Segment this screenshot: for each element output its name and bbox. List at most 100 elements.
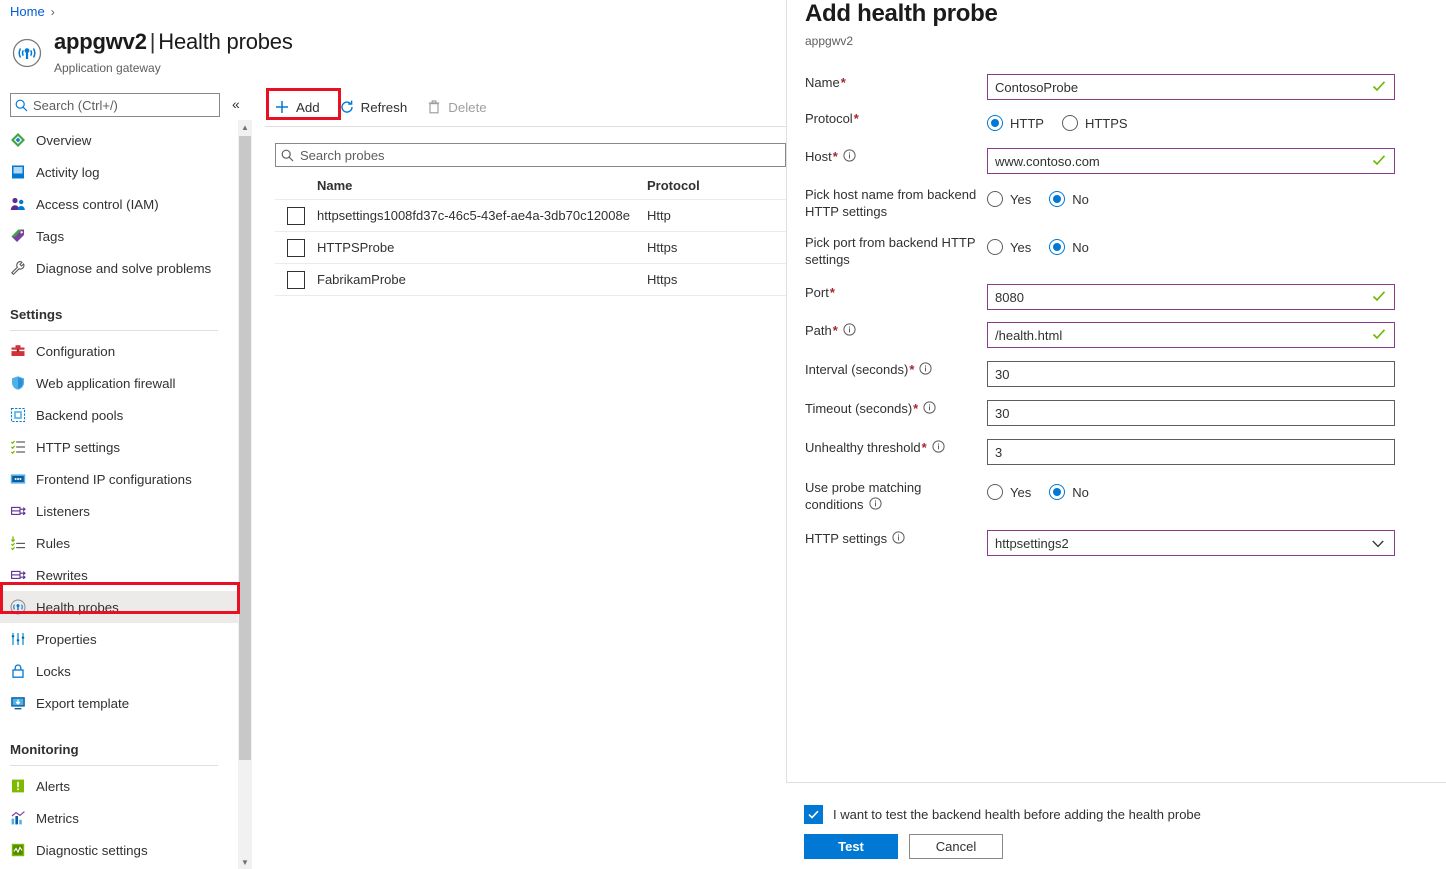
- sidebar-item-health-probes[interactable]: Health probes: [0, 591, 238, 623]
- collapse-sidebar-button[interactable]: «: [232, 94, 240, 114]
- column-header-protocol[interactable]: Protocol: [647, 178, 777, 193]
- field-row-interval: Interval (seconds)* 30: [787, 361, 1446, 387]
- checkbox-icon[interactable]: [287, 238, 305, 257]
- unhealthy-threshold-control: 3: [987, 439, 1417, 465]
- checkbox-icon[interactable]: [287, 206, 305, 225]
- name-input[interactable]: ContosoProbe: [987, 74, 1395, 100]
- search-input[interactable]: [31, 96, 211, 114]
- test-button[interactable]: Test: [804, 834, 898, 859]
- protocol-radio-https[interactable]: HTTPS: [1061, 115, 1128, 131]
- host-input[interactable]: www.contoso.com: [987, 148, 1395, 174]
- table-row[interactable]: httpsettings1008fd37c-46c5-43ef-ae4a-3db…: [275, 200, 786, 232]
- table-row[interactable]: FabrikamProbe Https: [275, 264, 786, 296]
- chevron-down-icon[interactable]: [1371, 537, 1385, 556]
- sidebar-item-activity-log[interactable]: Activity log: [0, 156, 238, 188]
- http-settings-value: httpsettings2: [995, 535, 1069, 551]
- radio-label: Yes: [1010, 191, 1032, 207]
- sidebar-item-access-control-iam[interactable]: Access control (IAM): [0, 188, 238, 220]
- sidebar-item-alerts[interactable]: Alerts: [0, 770, 238, 802]
- diagnostic-settings-icon: [10, 841, 36, 859]
- radio-circle-icon: [1049, 191, 1066, 207]
- panel-footer: I want to test the backend health before…: [786, 782, 1446, 869]
- info-icon[interactable]: [923, 401, 936, 418]
- sidebar-item-tags[interactable]: Tags: [0, 220, 238, 252]
- pick-host-radio-yes[interactable]: Yes: [987, 191, 1031, 207]
- matching-conditions-radio-no[interactable]: No: [1049, 484, 1089, 500]
- required-marker: *: [832, 323, 838, 338]
- http-settings-dropdown[interactable]: httpsettings2: [987, 530, 1395, 556]
- sidebar-item-frontend-ip-configurations[interactable]: Frontend IP configurations: [0, 463, 238, 495]
- properties-icon: [10, 630, 36, 648]
- sidebar-item-overview[interactable]: Overview: [0, 124, 238, 156]
- radio-label: No: [1072, 239, 1089, 255]
- scrollbar-thumb[interactable]: [239, 136, 251, 760]
- radio-circle-icon: [987, 239, 1003, 255]
- unhealthy-threshold-label-text: Unhealthy threshold: [805, 440, 921, 455]
- name-control: ContosoProbe: [987, 74, 1417, 100]
- sidebar-item-export-template[interactable]: Export template: [0, 687, 238, 719]
- host-value: www.contoso.com: [995, 153, 1100, 169]
- probe-search-box[interactable]: [275, 143, 786, 167]
- unhealthy-threshold-label: Unhealthy threshold*: [787, 439, 987, 457]
- matching-conditions-radio-yes[interactable]: Yes: [987, 484, 1031, 500]
- sidebar-item-listeners[interactable]: Listeners: [0, 495, 238, 527]
- column-header-name[interactable]: Name: [317, 178, 647, 193]
- checkbox-icon[interactable]: [287, 270, 305, 289]
- sidebar-item-diagnose-and-solve-problems[interactable]: Diagnose and solve problems: [0, 252, 238, 284]
- scroll-up-icon[interactable]: ▲: [238, 120, 252, 134]
- http-settings-label-text: HTTP settings: [805, 531, 888, 546]
- sidebar-item-label: Alerts: [36, 778, 70, 794]
- pick-port-radio-yes[interactable]: Yes: [987, 239, 1031, 255]
- sidebar-item-http-settings[interactable]: HTTP settings: [0, 431, 238, 463]
- sidebar-item-label: Locks: [36, 663, 71, 679]
- test-backend-checkbox[interactable]: I want to test the backend health before…: [804, 805, 1201, 824]
- pick-port-radio-no[interactable]: No: [1049, 239, 1089, 255]
- add-button[interactable]: Add: [265, 92, 330, 122]
- breadcrumb-home[interactable]: Home: [10, 4, 45, 19]
- sidebar-item-rewrites[interactable]: Rewrites: [0, 559, 238, 591]
- sidebar-item-configuration[interactable]: Configuration: [0, 335, 238, 367]
- sidebar-item-metrics[interactable]: Metrics: [0, 802, 238, 834]
- interval-input[interactable]: 30: [987, 361, 1395, 387]
- required-marker: *: [832, 149, 838, 164]
- cancel-button[interactable]: Cancel: [909, 834, 1003, 859]
- sidebar-item-label: Backend pools: [36, 407, 124, 423]
- refresh-button[interactable]: Refresh: [330, 92, 418, 122]
- field-row-http-settings: HTTP settings httpsettings2: [787, 530, 1446, 556]
- info-icon[interactable]: [843, 149, 856, 166]
- timeout-input[interactable]: 30: [987, 400, 1395, 426]
- activity-log-icon: [10, 163, 36, 181]
- sidebar-item-rules[interactable]: Rules: [0, 527, 238, 559]
- port-input[interactable]: 8080: [987, 284, 1395, 310]
- scroll-down-icon[interactable]: ▼: [238, 855, 252, 869]
- rewrites-icon: [10, 566, 36, 584]
- protocol-radio-http[interactable]: HTTP: [987, 115, 1044, 131]
- sidebar-search[interactable]: [10, 93, 220, 117]
- http-settings-icon: [10, 438, 36, 456]
- info-icon[interactable]: [919, 362, 932, 379]
- sidebar-item-locks[interactable]: Locks: [0, 655, 238, 687]
- pick-port-label-text: Pick port from backend HTTP settings: [805, 235, 976, 267]
- sidebar-item-label: Listeners: [36, 503, 90, 519]
- sidebar-item-backend-pools[interactable]: Backend pools: [0, 399, 238, 431]
- pick-port-label: Pick port from backend HTTP settings: [787, 234, 987, 268]
- sidebar-item-diagnostic-settings[interactable]: Diagnostic settings: [0, 834, 238, 866]
- page-name: Health probes: [158, 29, 293, 54]
- interval-label-text: Interval (seconds): [805, 362, 909, 377]
- sidebar-item-web-application-firewall[interactable]: Web application firewall: [0, 367, 238, 399]
- sidebar-scrollbar[interactable]: ▲ ▼: [238, 120, 252, 869]
- sidebar-item-properties[interactable]: Properties: [0, 623, 238, 655]
- row-checkbox[interactable]: [275, 270, 317, 289]
- sidebar-item-label: HTTP settings: [36, 439, 120, 455]
- unhealthy-threshold-input[interactable]: 3: [987, 439, 1395, 465]
- table-row[interactable]: HTTPSProbe Https: [275, 232, 786, 264]
- path-input[interactable]: /health.html: [987, 322, 1395, 348]
- info-icon[interactable]: [843, 323, 856, 340]
- pick-host-radio-no[interactable]: No: [1049, 191, 1089, 207]
- row-checkbox[interactable]: [275, 238, 317, 257]
- probe-search-input[interactable]: [298, 146, 738, 164]
- info-icon[interactable]: [868, 497, 882, 514]
- info-icon[interactable]: [932, 440, 945, 457]
- info-icon[interactable]: [892, 531, 905, 548]
- row-checkbox[interactable]: [275, 206, 317, 225]
